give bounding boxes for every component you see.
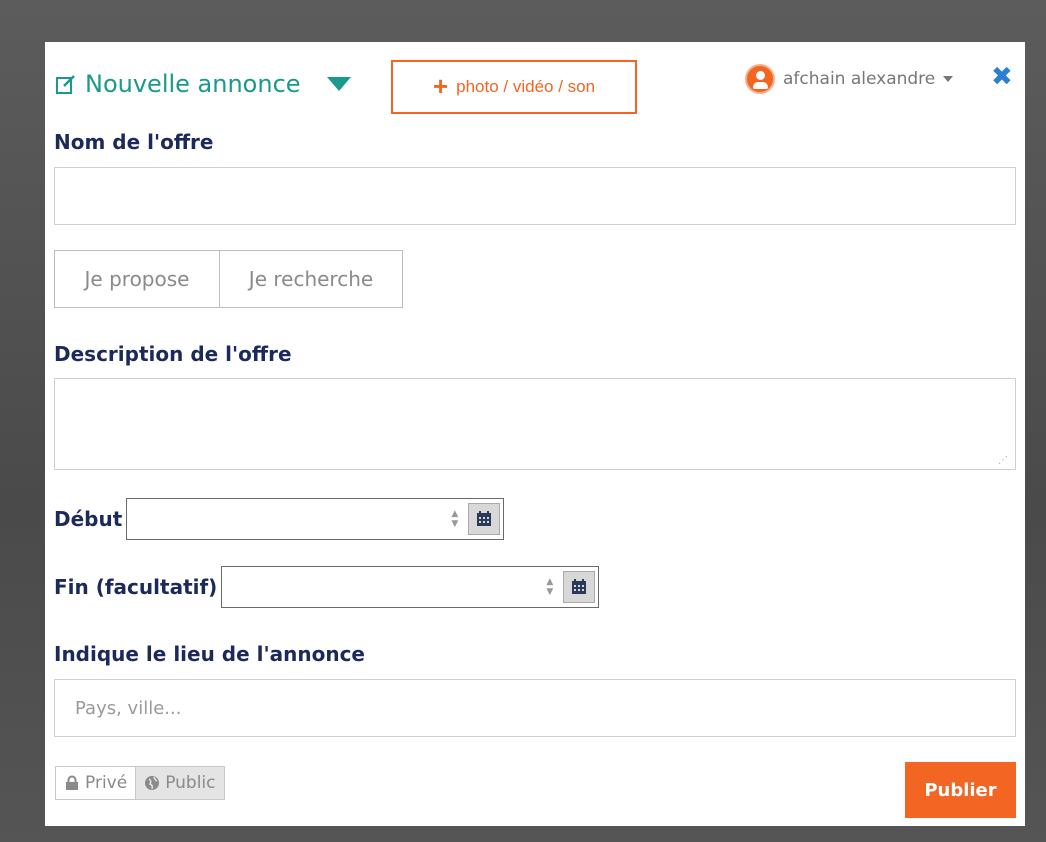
plus-icon: + bbox=[432, 70, 449, 101]
search-toggle[interactable]: Je recherche bbox=[219, 251, 402, 307]
user-avatar-icon bbox=[745, 64, 775, 94]
end-date-row: Fin (facultatif) ▲ ▼ bbox=[54, 566, 600, 608]
calendar-icon bbox=[572, 579, 587, 594]
offer-type-toggle: Je propose Je recherche bbox=[54, 250, 403, 308]
offer-name-input[interactable] bbox=[54, 167, 1016, 225]
location-input[interactable] bbox=[54, 679, 1016, 737]
publish-button[interactable]: Publier bbox=[905, 762, 1016, 818]
user-menu[interactable]: afchain alexandre bbox=[745, 64, 954, 94]
visibility-toggle: Privé Public bbox=[55, 766, 225, 800]
spinner-icon[interactable]: ▲ ▼ bbox=[451, 509, 458, 529]
new-listing-dialog: Nouvelle annonce + photo / vidéo / son a… bbox=[45, 42, 1025, 826]
description-label: Description de l'offre bbox=[54, 342, 292, 366]
dialog-title[interactable]: Nouvelle annonce bbox=[55, 70, 351, 98]
private-label: Privé bbox=[85, 773, 128, 793]
propose-toggle[interactable]: Je propose bbox=[55, 251, 219, 307]
globe-icon bbox=[145, 776, 160, 790]
add-media-button[interactable]: + photo / vidéo / son bbox=[391, 60, 637, 114]
resize-handle-icon[interactable]: ⋰ bbox=[998, 455, 1008, 466]
offer-name-label: Nom de l'offre bbox=[54, 130, 214, 154]
calendar-button[interactable] bbox=[563, 571, 596, 603]
end-date-label: Fin (facultatif) bbox=[54, 575, 218, 599]
spinner-icon[interactable]: ▲ ▼ bbox=[546, 577, 553, 597]
public-toggle[interactable]: Public bbox=[135, 767, 224, 799]
public-label: Public bbox=[165, 773, 216, 793]
dialog-title-text: Nouvelle annonce bbox=[85, 70, 301, 98]
description-wrapper: ⋰ bbox=[54, 378, 1016, 470]
end-date-input[interactable]: ▲ ▼ bbox=[221, 566, 600, 608]
start-date-input[interactable]: ▲ ▼ bbox=[126, 498, 505, 540]
calendar-button[interactable] bbox=[468, 503, 501, 535]
chevron-down-icon bbox=[943, 76, 954, 82]
description-textarea[interactable] bbox=[54, 378, 1016, 470]
lock-icon bbox=[66, 775, 78, 790]
location-label: Indique le lieu de l'annonce bbox=[54, 642, 365, 666]
close-icon[interactable]: ✖ bbox=[991, 62, 1013, 92]
start-date-row: Début ▲ ▼ bbox=[54, 498, 505, 540]
user-name: afchain alexandre bbox=[783, 69, 936, 89]
calendar-icon bbox=[477, 511, 492, 526]
start-date-label: Début bbox=[54, 507, 123, 531]
edit-note-icon bbox=[56, 75, 75, 94]
title-dropdown-icon[interactable] bbox=[326, 77, 351, 91]
add-media-label: photo / vidéo / son bbox=[456, 77, 596, 96]
private-toggle[interactable]: Privé bbox=[56, 767, 136, 799]
